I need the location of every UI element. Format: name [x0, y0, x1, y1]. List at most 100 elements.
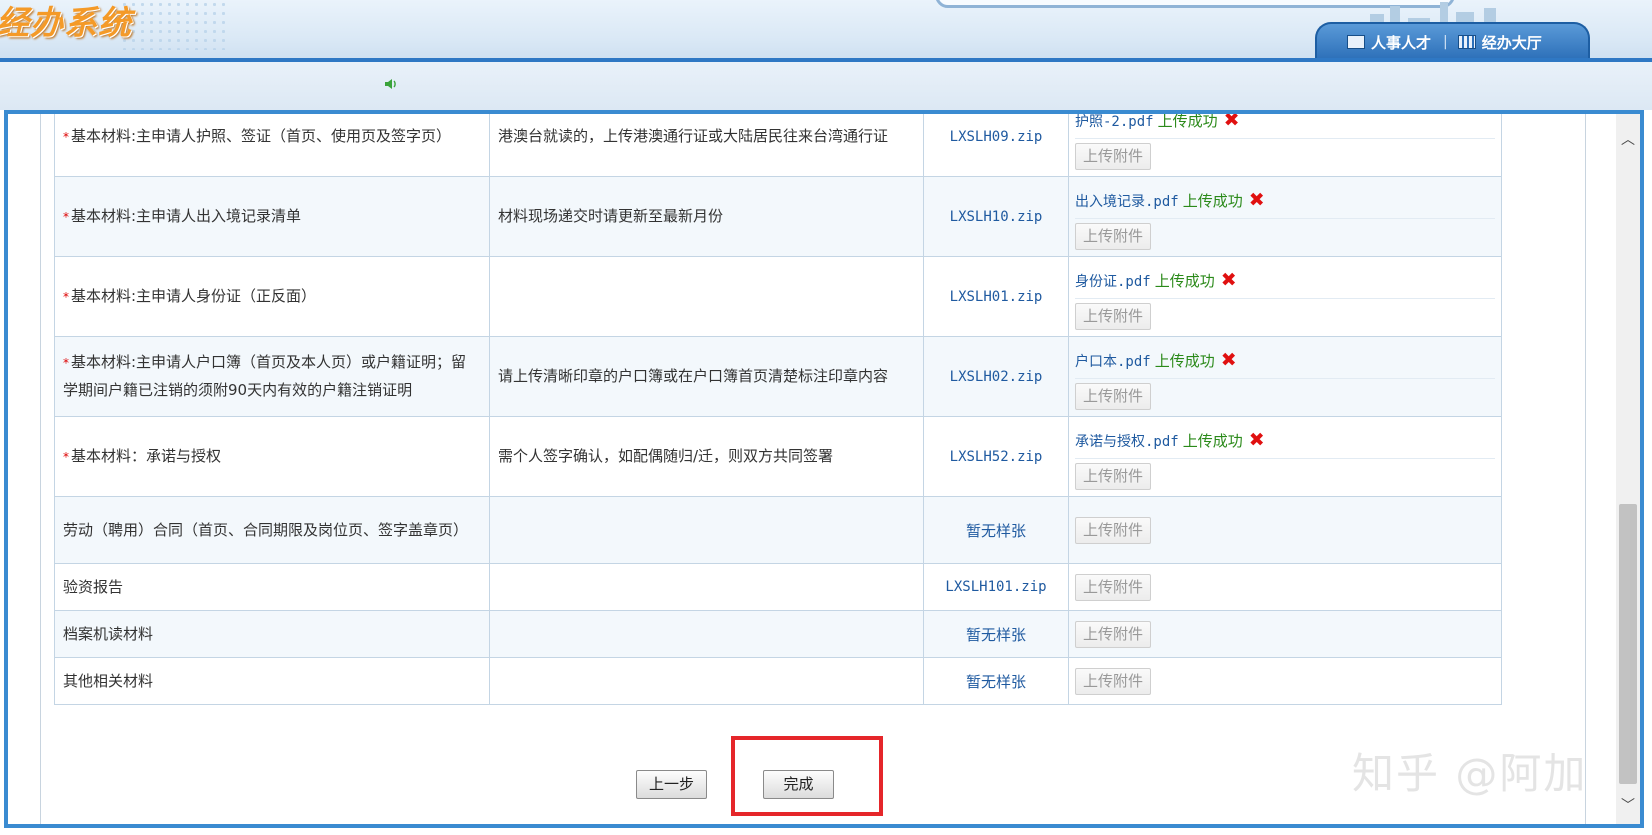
nav-tab-hall[interactable]: 经办大厅: [1457, 32, 1542, 53]
app-title: 经办系统: [0, 3, 132, 42]
material-name: 其他相关材料: [54, 657, 490, 705]
upload-button[interactable]: 上传附件: [1075, 223, 1152, 250]
upload-cell: 上传附件: [1068, 563, 1502, 611]
scrollbar-thumb[interactable]: [1619, 504, 1637, 784]
nav-tabs: 人事人才 | 经办大厅: [1315, 22, 1590, 60]
nav-tab-label: 经办大厅: [1481, 33, 1542, 52]
material-desc: 材料现场递交时请更新至最新月份: [489, 176, 924, 257]
sample-link: 暂无样张: [923, 496, 1069, 564]
material-name: 基本材料：承诺与授权: [71, 446, 222, 465]
nav-tab-label: 人事人才: [1371, 33, 1432, 52]
material-desc: 需个人签字确认，如配偶随归/迁，则双方共同签署: [489, 416, 924, 497]
sample-link[interactable]: LXSLH10.zip: [923, 176, 1069, 257]
watermark: 知乎 @阿加: [1352, 749, 1588, 798]
upload-cell: 护照-2.pdf 上传成功 ✖ 上传附件: [1068, 112, 1502, 177]
upload-button[interactable]: 上传附件: [1075, 463, 1152, 490]
delete-icon[interactable]: ✖: [1249, 191, 1265, 210]
table-row: 档案机读材料 暂无样张 上传附件: [54, 610, 1502, 658]
file-name[interactable]: 承诺与授权.pdf: [1075, 431, 1179, 451]
table-row: * 基本材料:主申请人护照、签证（首页、使用页及签字页） 港澳台就读的，上传港澳通…: [54, 112, 1502, 177]
main-panel: * 基本材料:主申请人护照、签证（首页、使用页及签字页） 港澳台就读的，上传港澳通…: [4, 110, 1644, 828]
table-row: * 基本材料:主申请人身份证（正反面） LXSLH01.zip 身份证.pdf 上传…: [54, 256, 1502, 337]
scroll-up-icon[interactable]: ︿: [1616, 128, 1640, 150]
material-name-cell: * 基本材料:主申请人护照、签证（首页、使用页及签字页）: [54, 114, 490, 177]
highlight-box: [731, 736, 883, 816]
material-name: 档案机读材料: [54, 610, 490, 658]
material-desc: [489, 657, 924, 705]
table-row: * 基本材料：承诺与授权 需个人签字确认，如配偶随归/迁，则双方共同签署 LXSL…: [54, 416, 1502, 497]
uploaded-file: 身份证.pdf 上传成功 ✖: [1075, 263, 1495, 299]
upload-status: 上传成功: [1154, 352, 1215, 370]
delete-icon[interactable]: ✖: [1221, 271, 1237, 290]
upload-button[interactable]: 上传附件: [1075, 516, 1152, 544]
required-mark: *: [63, 449, 69, 464]
material-name: 验资报告: [54, 563, 490, 611]
upload-cell: 出入境记录.pdf 上传成功 ✖ 上传附件: [1068, 176, 1502, 257]
upload-button[interactable]: 上传附件: [1075, 383, 1152, 410]
app-header: 经办系统 人事人才 | 经办大厅: [0, 0, 1652, 62]
sample-link[interactable]: LXSLH02.zip: [923, 336, 1069, 417]
uploaded-file: 护照-2.pdf 上传成功 ✖: [1075, 112, 1495, 139]
nav-divider: |: [1443, 34, 1448, 50]
material-name-cell: * 基本材料：承诺与授权: [54, 416, 490, 497]
upload-button[interactable]: 上传附件: [1075, 667, 1152, 695]
header-decoration: [120, 0, 230, 50]
file-name[interactable]: 出入境记录.pdf: [1075, 191, 1179, 211]
upload-button[interactable]: 上传附件: [1075, 143, 1152, 170]
sample-link[interactable]: LXSLH09.zip: [923, 114, 1069, 177]
upload-status: 上传成功: [1182, 432, 1243, 450]
required-mark: *: [63, 356, 69, 370]
material-name: 基本材料:主申请人护照、签证（首页、使用页及签字页）: [71, 126, 452, 145]
material-desc: [489, 496, 924, 564]
material-desc: [489, 563, 924, 611]
material-name: 基本材料:主申请人出入境记录清单: [71, 206, 302, 225]
material-name: 劳动（聘用）合同（首页、合同期限及岗位页、签字盖章页）: [54, 496, 490, 564]
file-name[interactable]: 户口本.pdf: [1075, 351, 1151, 371]
upload-cell: 上传附件: [1068, 610, 1502, 658]
sample-link: 暂无样张: [923, 610, 1069, 658]
table-row: 验资报告 LXSLH101.zip 上传附件: [54, 563, 1502, 611]
required-mark: *: [63, 289, 69, 304]
sample-link: 暂无样张: [923, 657, 1069, 705]
upload-button[interactable]: 上传附件: [1075, 573, 1152, 601]
uploaded-file: 承诺与授权.pdf 上传成功 ✖: [1075, 423, 1495, 459]
required-mark: *: [63, 129, 69, 144]
prev-step-button[interactable]: 上一步: [636, 770, 707, 799]
speaker-icon[interactable]: [384, 78, 398, 90]
material-desc: [489, 256, 924, 337]
material-name-cell: * 基本材料:主申请人户口簿（首页及本人页）或户籍证明；留学期间户籍已注销的须附9…: [54, 336, 490, 417]
book-icon: [1347, 35, 1365, 49]
scroll-down-icon[interactable]: ﹀: [1616, 794, 1640, 816]
material-name: 基本材料:主申请人身份证（正反面）: [71, 286, 317, 305]
table-row: * 基本材料:主申请人户口簿（首页及本人页）或户籍证明；留学期间户籍已注销的须附9…: [54, 336, 1502, 417]
upload-button[interactable]: 上传附件: [1075, 303, 1152, 330]
material-name-cell: * 基本材料:主申请人出入境记录清单: [54, 176, 490, 257]
material-name: 基本材料:主申请人户口簿（首页及本人页）或户籍证明；留学期间户籍已注销的须附90…: [63, 353, 467, 399]
upload-cell: 身份证.pdf 上传成功 ✖ 上传附件: [1068, 256, 1502, 337]
sample-link[interactable]: LXSLH101.zip: [923, 563, 1069, 611]
material-desc: [489, 610, 924, 658]
sample-link[interactable]: LXSLH52.zip: [923, 416, 1069, 497]
materials-table: * 基本材料:主申请人护照、签证（首页、使用页及签字页） 港澳台就读的，上传港澳通…: [54, 112, 1502, 705]
building-icon: [1457, 35, 1476, 49]
file-name[interactable]: 身份证.pdf: [1075, 271, 1151, 291]
uploaded-file: 出入境记录.pdf 上传成功 ✖: [1075, 183, 1495, 219]
upload-status: 上传成功: [1182, 192, 1243, 210]
material-desc: 请上传清晰印章的户口簿或在户口簿首页清楚标注印章内容: [489, 336, 924, 417]
scrollbar[interactable]: ︿ ﹀: [1616, 114, 1640, 824]
sample-link[interactable]: LXSLH01.zip: [923, 256, 1069, 337]
upload-button[interactable]: 上传附件: [1075, 620, 1152, 648]
table-row: 劳动（聘用）合同（首页、合同期限及岗位页、签字盖章页） 暂无样张 上传附件: [54, 496, 1502, 564]
upload-cell: 上传附件: [1068, 496, 1502, 564]
delete-icon[interactable]: ✖: [1249, 431, 1265, 450]
delete-icon[interactable]: ✖: [1221, 351, 1237, 370]
file-name[interactable]: 护照-2.pdf: [1075, 114, 1154, 131]
toolbar: [0, 62, 1652, 110]
required-mark: *: [63, 209, 69, 224]
upload-cell: 承诺与授权.pdf 上传成功 ✖ 上传附件: [1068, 416, 1502, 497]
delete-icon[interactable]: ✖: [1224, 114, 1240, 130]
material-name-cell: * 基本材料:主申请人身份证（正反面）: [54, 256, 490, 337]
upload-status: 上传成功: [1157, 112, 1218, 130]
nav-tab-talent[interactable]: 人事人才: [1347, 32, 1431, 53]
upload-cell: 户口本.pdf 上传成功 ✖ 上传附件: [1068, 336, 1502, 417]
